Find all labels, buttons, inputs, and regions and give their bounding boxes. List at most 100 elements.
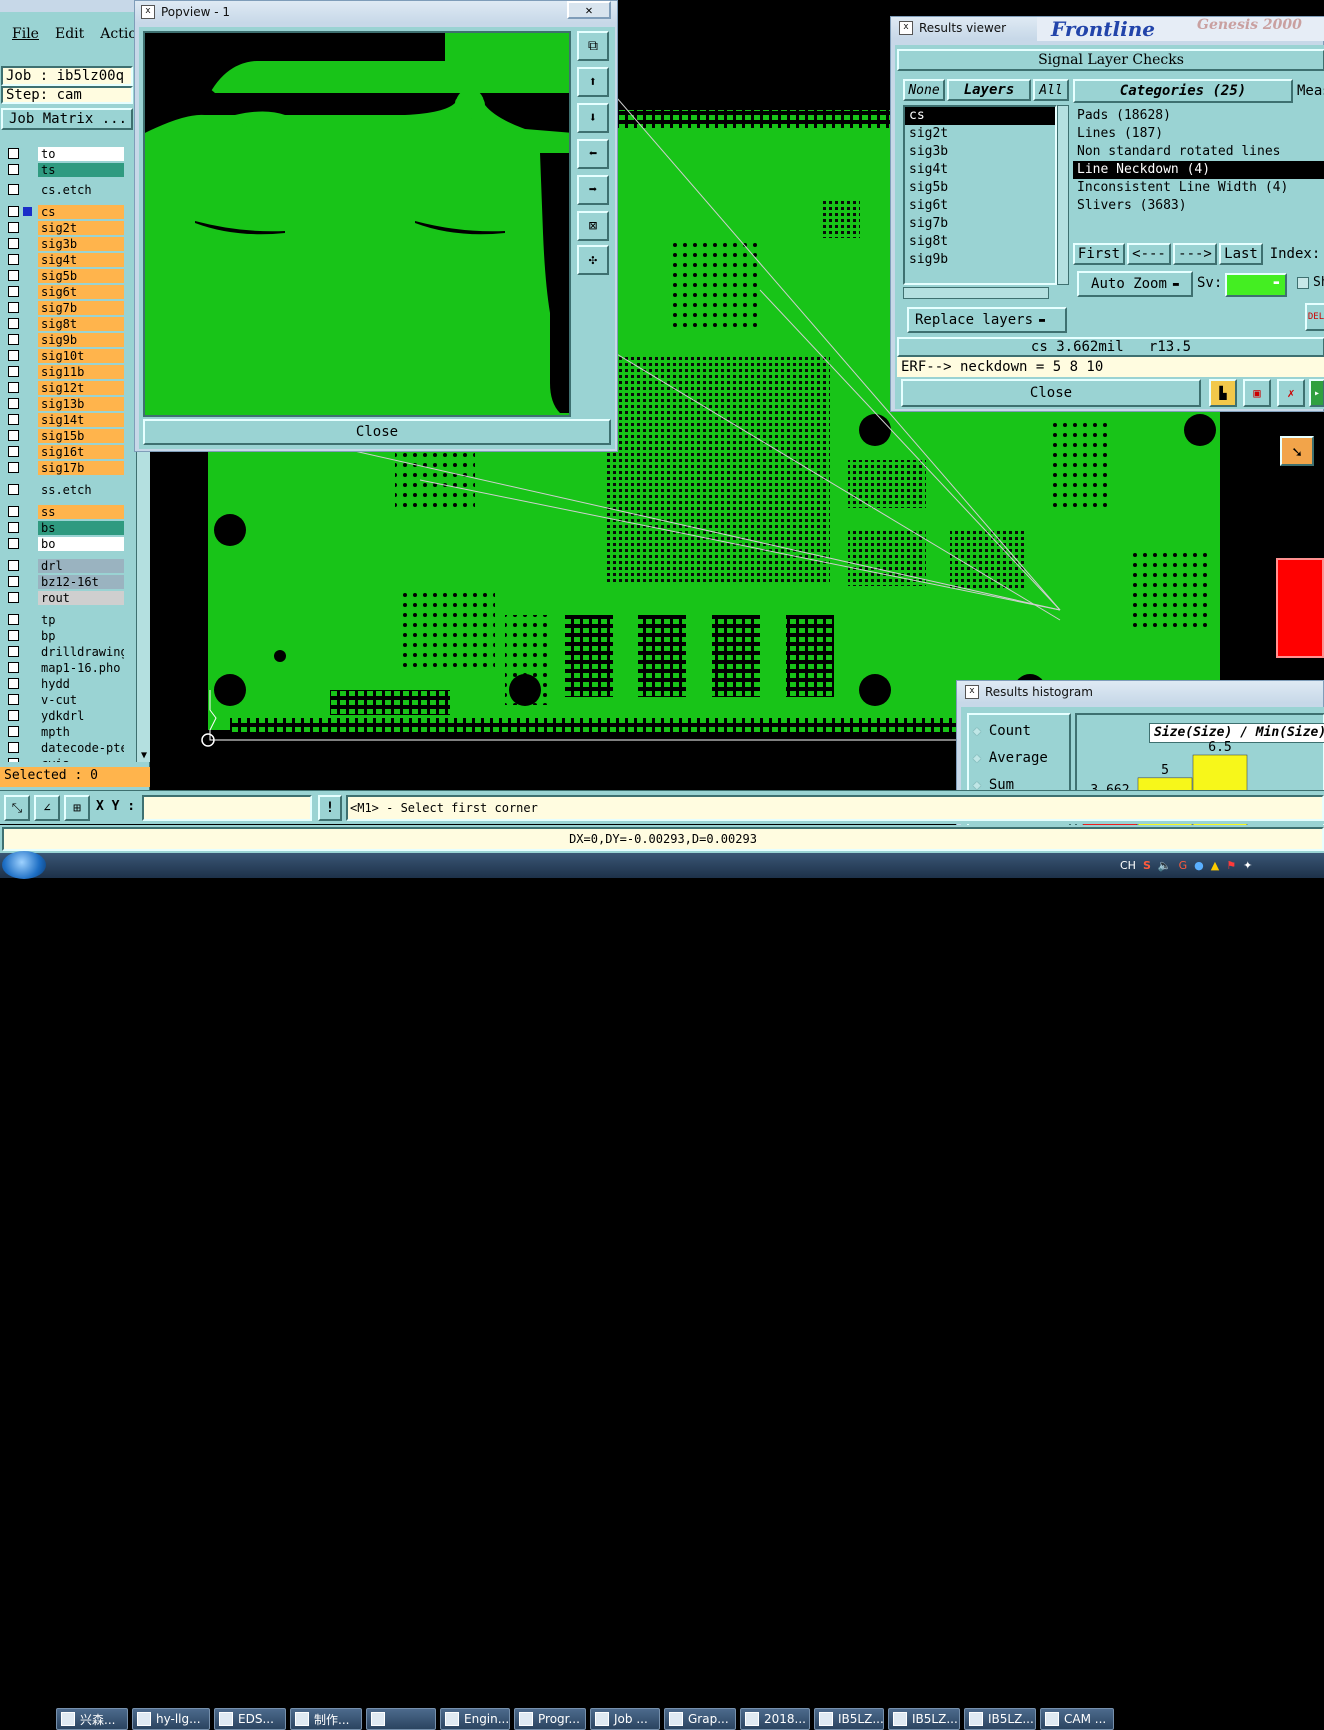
layer-checkbox[interactable] (8, 286, 19, 297)
layer-checkbox[interactable] (8, 334, 19, 345)
layer-checkbox[interactable] (8, 398, 19, 409)
layer-row-sig14t[interactable]: sig14t (4, 412, 134, 427)
layer-row-sig7b[interactable]: sig7b (4, 300, 134, 315)
layer-checkbox[interactable] (8, 270, 19, 281)
job-matrix-button[interactable]: Job Matrix ... (1, 108, 133, 130)
layer-row-sig4t[interactable]: sig4t (4, 252, 134, 267)
layer-row-sig9b[interactable]: sig9b (4, 332, 134, 347)
layer-row-tp[interactable]: tp (4, 612, 134, 627)
layer-checkbox[interactable] (8, 576, 19, 587)
angle-tool-icon[interactable]: ∠ (34, 795, 60, 821)
layer-row-bs[interactable]: bs (4, 520, 134, 535)
taskbar-item[interactable]: Grap... (664, 1708, 736, 1730)
layer-checkbox[interactable] (8, 366, 19, 377)
category-item[interactable]: Inconsistent Line Width (4) (1073, 179, 1324, 197)
taskbar-item[interactable]: CAM ... (1040, 1708, 1114, 1730)
layer-checkbox[interactable] (8, 222, 19, 233)
layer-row-sig13b[interactable]: sig13b (4, 396, 134, 411)
histogram-option-count[interactable]: ◆ Count (973, 721, 1031, 741)
layer-checkbox[interactable] (8, 710, 19, 721)
taskbar-item[interactable]: 制作... (290, 1708, 362, 1730)
layer-row-drilldrawing[interactable]: drilldrawing (4, 644, 134, 659)
layer-checkbox[interactable] (8, 302, 19, 313)
layer-checkbox[interactable] (8, 318, 19, 329)
layer-row-map1-16-pho[interactable]: map1-16.pho (4, 660, 134, 675)
taskbar-item[interactable]: IB5LZ... (814, 1708, 884, 1730)
pan-up-icon[interactable]: ⬆ (577, 67, 609, 97)
layer-checkbox[interactable] (8, 382, 19, 393)
taskbar-item[interactable]: IB5LZ... (964, 1708, 1036, 1730)
language-indicator[interactable]: CH (1120, 859, 1136, 872)
results-close-button[interactable]: Close (901, 379, 1201, 407)
all-button[interactable]: All (1033, 79, 1069, 101)
nav-button[interactable]: <--- (1127, 243, 1171, 265)
menu-file[interactable]: File (12, 26, 39, 42)
taskbar-item[interactable]: 兴森... (56, 1708, 128, 1730)
popview-canvas[interactable] (143, 31, 571, 417)
category-item[interactable]: Pads (18628) (1073, 107, 1324, 125)
zoom-in-icon[interactable]: ⊠ (577, 211, 609, 241)
layer-row-mpth[interactable]: mpth (4, 724, 134, 739)
app-tray-icon[interactable]: G (1179, 859, 1188, 872)
layer-row-sig8t[interactable]: sig8t (4, 316, 134, 331)
layer-list-scrollbar[interactable] (1057, 105, 1069, 285)
layer-checkbox[interactable] (8, 758, 19, 762)
layer-row-bz12-16t[interactable]: bz12-16t (4, 574, 134, 589)
layer-row-rout[interactable]: rout (4, 590, 134, 605)
grid-snap-icon[interactable]: ⊞ (64, 795, 90, 821)
pointer-tool-button[interactable]: ➘ (1280, 436, 1314, 466)
pan-right-icon[interactable]: ➡ (577, 175, 609, 205)
layer-row-sig6t[interactable]: sig6t (4, 284, 134, 299)
layer-row-sig3b[interactable]: sig3b (4, 236, 134, 251)
replace-layers-button[interactable]: Replace layers ▬ (907, 307, 1067, 333)
warning-icon[interactable]: ▲ (1211, 859, 1219, 872)
layer-row-bo[interactable]: bo (4, 536, 134, 551)
menu-actions[interactable]: Actio (100, 26, 136, 42)
layer-row-sig15b[interactable]: sig15b (4, 428, 134, 443)
layer-row-cs[interactable]: cs (4, 204, 134, 219)
network-icon[interactable]: ● (1194, 859, 1204, 872)
layer-checkbox[interactable] (8, 484, 19, 495)
layer-row-datecode-pte[interactable]: datecode-pte (4, 740, 134, 755)
pan-left-icon[interactable]: ⬅ (577, 139, 609, 169)
nav-button[interactable]: Last (1219, 243, 1263, 265)
layer-checkbox[interactable] (8, 560, 19, 571)
scroll-down-icon[interactable]: ▼ (138, 750, 150, 762)
layer-row-sig17b[interactable]: sig17b (4, 460, 134, 475)
layer-row-ss-etch[interactable]: ss.etch (4, 482, 134, 497)
layer-row-v-cut[interactable]: v-cut (4, 692, 134, 707)
layer-checkbox[interactable] (8, 646, 19, 657)
taskbar-item[interactable]: 2018... (740, 1708, 810, 1730)
taskbar-item[interactable]: Job ... (590, 1708, 660, 1730)
sv-color-picker[interactable]: ▬ (1225, 273, 1287, 297)
taskbar-item[interactable]: EDS... (214, 1708, 286, 1730)
results-layer-item[interactable]: sig5b (905, 179, 1055, 197)
layer-tool-icon[interactable]: ▙ (1209, 379, 1237, 407)
results-layer-item[interactable]: sig9b (905, 251, 1055, 269)
results-layer-item[interactable]: sig3b (905, 143, 1055, 161)
taskbar-item[interactable] (366, 1708, 436, 1730)
xy-input[interactable] (142, 795, 312, 821)
layer-list-hscroll[interactable] (903, 287, 1049, 299)
layer-row-drl[interactable]: drl (4, 558, 134, 573)
layer-checkbox[interactable] (8, 430, 19, 441)
ime-icon[interactable]: S (1143, 859, 1151, 872)
wifi-icon[interactable]: ✦ (1243, 859, 1252, 872)
layer-checkbox[interactable] (8, 522, 19, 533)
layer-checkbox[interactable] (8, 678, 19, 689)
taskbar-item[interactable]: IB5LZ... (888, 1708, 960, 1730)
category-item[interactable]: Non standard rotated lines (1073, 143, 1324, 161)
layer-checkbox[interactable] (8, 592, 19, 603)
layer-checkbox[interactable] (8, 726, 19, 737)
nav-button[interactable]: First (1073, 243, 1125, 265)
menu-edit[interactable]: Edit (55, 26, 84, 42)
layer-row-bp[interactable]: bp (4, 628, 134, 643)
taskbar-item[interactable]: Progr... (514, 1708, 586, 1730)
results-layer-item[interactable]: cs (905, 107, 1055, 125)
layer-row-sig16t[interactable]: sig16t (4, 444, 134, 459)
layer-checkbox[interactable] (8, 350, 19, 361)
layer-checkbox[interactable] (8, 164, 19, 175)
histogram-option-average[interactable]: ◆ Average (973, 748, 1048, 768)
flag-icon[interactable]: ⚑ (1226, 859, 1236, 872)
layer-row-sig5b[interactable]: sig5b (4, 268, 134, 283)
